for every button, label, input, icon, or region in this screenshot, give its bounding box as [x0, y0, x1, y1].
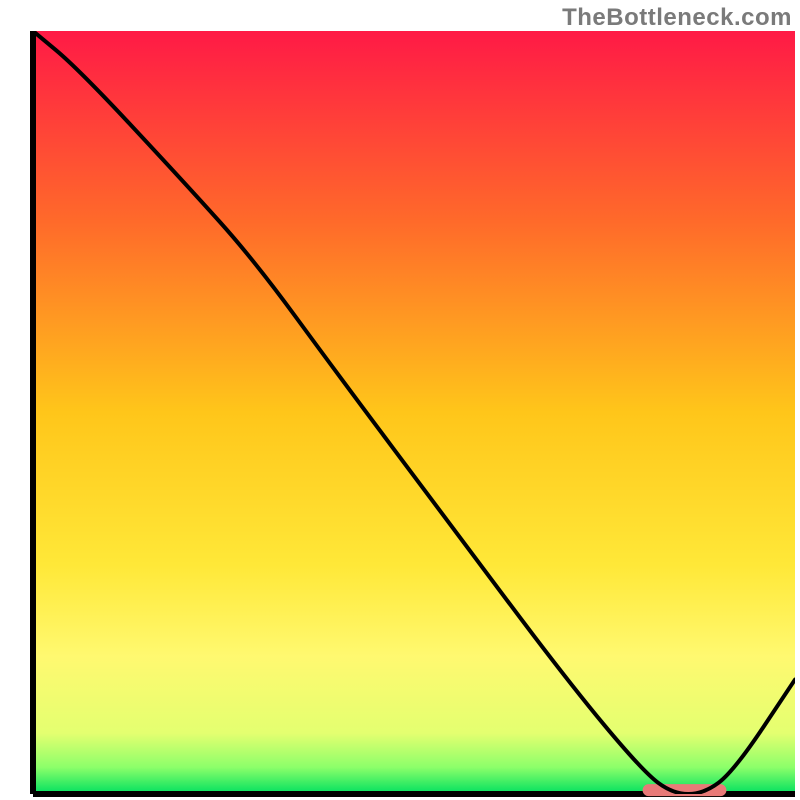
- chart-svg: [0, 0, 800, 800]
- watermark-text: TheBottleneck.com: [562, 4, 792, 32]
- chart-container: TheBottleneck.com: [0, 0, 800, 800]
